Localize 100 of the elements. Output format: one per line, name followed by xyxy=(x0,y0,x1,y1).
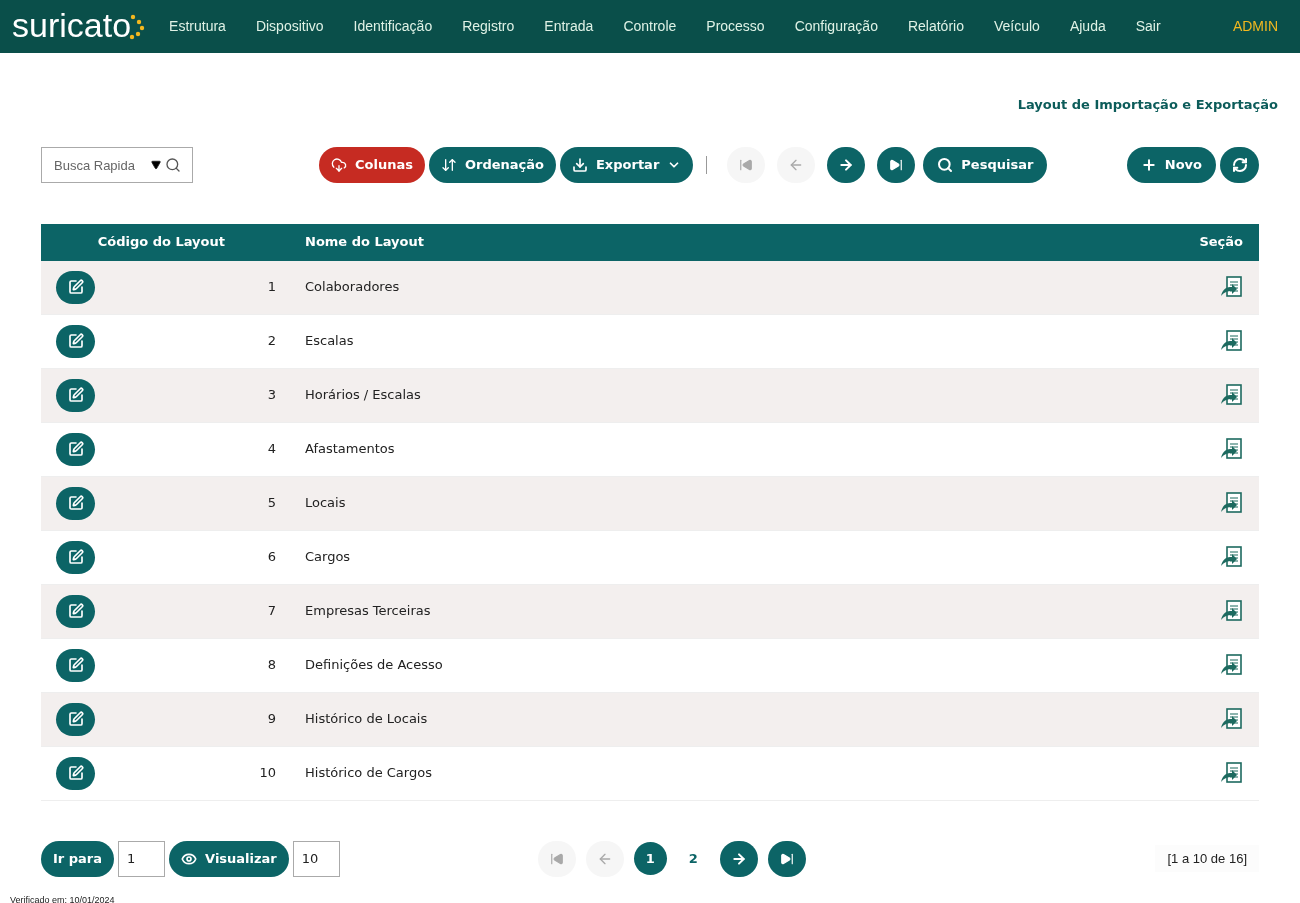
download-icon xyxy=(572,157,588,173)
last-page-button[interactable] xyxy=(877,147,916,183)
table-row[interactable]: 5 Locais xyxy=(41,476,1259,531)
column-header[interactable]: Seção xyxy=(1199,234,1243,250)
edit-button[interactable] xyxy=(56,702,95,736)
document-import-icon[interactable] xyxy=(1219,598,1245,624)
table-cell-text: 10 xyxy=(259,764,276,783)
logo-dots-icon xyxy=(129,13,146,40)
menu-item[interactable]: Estrutura xyxy=(169,16,226,37)
document-import-icon[interactable] xyxy=(1219,382,1245,408)
document-import-icon[interactable] xyxy=(1219,544,1245,570)
edit-button[interactable] xyxy=(56,324,95,358)
refresh-button[interactable] xyxy=(1220,147,1259,183)
dropdown-caret-icon xyxy=(151,160,161,170)
edit-button[interactable] xyxy=(56,594,95,628)
verified-date: Verificado em: 10/01/2024 xyxy=(10,894,115,903)
table-cell: Colaboradores xyxy=(305,279,400,295)
document-import-icon[interactable] xyxy=(1219,436,1245,462)
table-cell-text: 5 xyxy=(267,494,276,513)
menu-item[interactable]: Configuração xyxy=(794,16,878,37)
edit-button[interactable] xyxy=(56,378,95,412)
table-row[interactable]: 3 Horários / Escalas xyxy=(41,368,1259,423)
menu-item[interactable]: Ajuda xyxy=(1069,16,1106,37)
export-button[interactable]: Exportar xyxy=(560,147,694,183)
go-to-button[interactable]: Ir para xyxy=(41,840,115,877)
table-cell-text: 3 xyxy=(267,386,276,405)
view-button[interactable]: Visualizar xyxy=(169,840,289,877)
next-page-button[interactable] xyxy=(827,147,866,183)
edit-icon xyxy=(67,333,84,349)
document-import-icon[interactable] xyxy=(1219,760,1245,786)
sort-icon xyxy=(440,157,457,173)
document-import-icon[interactable] xyxy=(1219,490,1245,516)
skip-back-icon xyxy=(739,158,754,172)
user-name[interactable]: ADMIN xyxy=(1232,16,1278,37)
plus-icon xyxy=(1140,157,1157,173)
search-button[interactable]: Pesquisar xyxy=(923,147,1048,183)
edit-button[interactable] xyxy=(56,486,95,520)
table-cell-text: 1 xyxy=(267,278,276,297)
last-page-button[interactable] xyxy=(767,840,806,877)
document-import-icon[interactable] xyxy=(1219,706,1245,732)
edit-button[interactable] xyxy=(56,432,95,466)
edit-icon xyxy=(67,765,84,781)
search-icon xyxy=(165,157,181,173)
menu-item[interactable]: Registro xyxy=(462,16,515,37)
menu-item[interactable]: Relatório xyxy=(907,16,964,37)
edit-icon xyxy=(67,387,84,403)
page-size-field[interactable]: 10 xyxy=(292,840,340,877)
edit-button[interactable] xyxy=(56,756,95,790)
table-cell-text: 8 xyxy=(267,656,276,675)
table-row[interactable]: 1 Colaboradores xyxy=(41,260,1259,315)
document-import-icon[interactable] xyxy=(1219,328,1245,354)
edit-icon xyxy=(67,657,84,673)
column-header[interactable]: Código do Layout xyxy=(97,232,225,252)
logo-text: suricato xyxy=(12,7,132,42)
skip-forward-icon xyxy=(889,158,904,172)
menu-item[interactable]: Sair xyxy=(1135,16,1161,37)
column-header[interactable]: Nome do Layout xyxy=(305,234,424,250)
menu-item[interactable]: Veículo xyxy=(993,16,1040,37)
refresh-icon xyxy=(1231,157,1248,173)
table-cell: Histórico de Locais xyxy=(305,711,428,727)
page-button[interactable]: 1 xyxy=(633,842,667,875)
table-cell-text: 4 xyxy=(267,440,276,459)
edit-button[interactable] xyxy=(56,648,95,682)
new-button[interactable]: Novo xyxy=(1126,147,1216,183)
document-import-icon[interactable] xyxy=(1219,652,1245,678)
page-number-field[interactable]: 1 xyxy=(118,840,166,877)
skip-forward-icon xyxy=(779,851,794,866)
table-cell: Histórico de Cargos xyxy=(305,765,432,781)
edit-button[interactable] xyxy=(56,540,95,574)
table-cell: Empresas Terceiras xyxy=(305,603,431,619)
table-cell: Afastamentos xyxy=(305,441,395,457)
menu-item[interactable]: Identificação xyxy=(353,16,433,37)
document-import-icon[interactable] xyxy=(1219,274,1245,300)
page-button[interactable]: 2 xyxy=(676,842,710,875)
edit-button[interactable] xyxy=(56,270,95,304)
menu-item[interactable]: Entrada xyxy=(544,16,594,37)
skip-back-icon xyxy=(549,851,564,866)
edit-icon xyxy=(67,711,84,727)
table-cell-text: 9 xyxy=(267,710,276,729)
table-row[interactable]: 9 Histórico de Locais xyxy=(41,692,1259,747)
edit-icon xyxy=(67,495,84,511)
table-cell: Cargos xyxy=(305,549,351,565)
quick-search-field[interactable]: Busca Rapida xyxy=(41,147,193,183)
menu-item[interactable]: Dispositivo xyxy=(255,16,324,37)
menu-item[interactable]: Processo xyxy=(706,16,765,37)
table-cell: Horários / Escalas xyxy=(305,387,421,403)
table-cell: Escalas xyxy=(305,333,354,349)
cloud-download-icon xyxy=(331,157,347,173)
next-page-button[interactable] xyxy=(719,840,758,877)
search-icon xyxy=(937,157,954,173)
edit-icon xyxy=(67,279,84,295)
sort-button[interactable]: Ordenação xyxy=(428,147,556,183)
menu-item[interactable]: Controle xyxy=(623,16,677,37)
edit-icon xyxy=(67,549,84,565)
columns-button[interactable]: Colunas xyxy=(319,147,425,183)
table-cell-text: 2 xyxy=(267,332,276,351)
page-title: Layout de Importação e Exportação xyxy=(1017,96,1278,114)
table-row[interactable]: 7 Empresas Terceiras xyxy=(41,584,1259,639)
table-cell-text: 6 xyxy=(267,548,276,567)
edit-icon xyxy=(67,441,84,457)
